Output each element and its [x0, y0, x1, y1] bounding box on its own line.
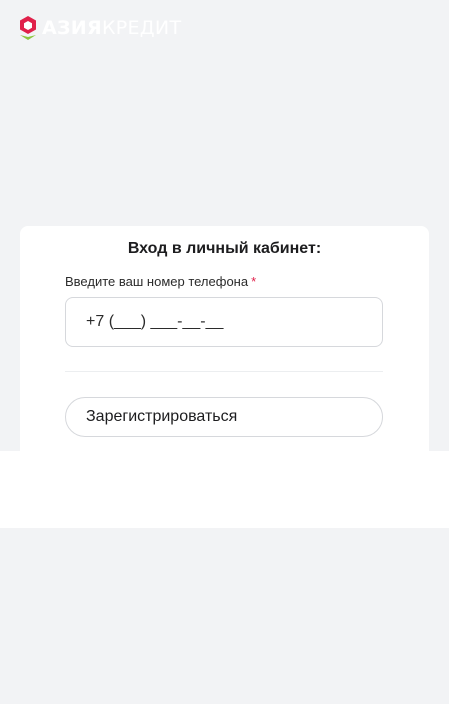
- register-button[interactable]: Зарегистрироваться: [65, 397, 383, 437]
- brand-logo[interactable]: АЗИЯКРЕДИТ: [18, 14, 181, 42]
- card-footer-area: [0, 451, 449, 528]
- login-card: Вход в личный кабинет: Введите ваш номер…: [20, 226, 429, 451]
- logo-wordmark: АЗИЯКРЕДИТ: [42, 17, 181, 39]
- login-title: Вход в личный кабинет:: [127, 240, 322, 257]
- phone-label: Введите ваш номер телефона *: [65, 274, 256, 289]
- required-marker: *: [251, 274, 257, 289]
- phone-input[interactable]: [65, 297, 383, 347]
- logo-wordmark-light: КРЕДИТ: [101, 17, 182, 39]
- logo-wordmark-bold: АЗИЯ: [42, 17, 102, 39]
- logo-icon: [20, 16, 36, 40]
- phone-label-text: Введите ваш номер телефона: [65, 274, 249, 289]
- divider: [65, 371, 383, 372]
